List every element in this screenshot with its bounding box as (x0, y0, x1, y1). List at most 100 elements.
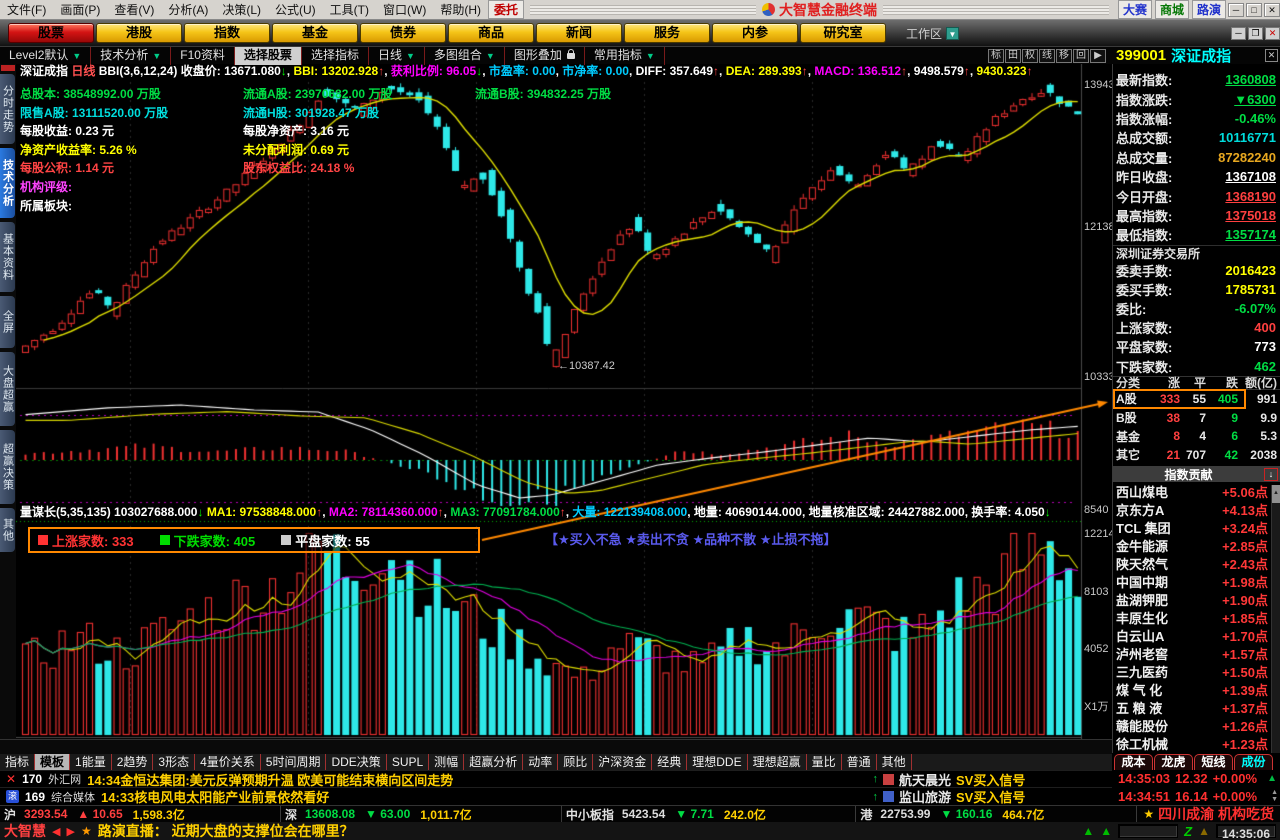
toolbar-item-图形叠加[interactable]: 图形叠加 (505, 46, 585, 65)
contribution-row[interactable]: TCL 集团 +3.24点 (1113, 518, 1280, 536)
toolbar-item-多图组合[interactable]: 多图组合 ▼ (425, 46, 505, 65)
mini-toolbar-button-权[interactable]: 权 (1022, 48, 1038, 63)
stock-alert[interactable]: ★ 四川成渝 机构吃货 (1137, 806, 1280, 822)
contribution-row[interactable]: 金牛能源 +2.85点 (1113, 536, 1280, 554)
indicator-tab-4量价关系[interactable]: 4量价关系 (195, 754, 261, 770)
mini-toolbar-button-田[interactable]: 田 (1005, 48, 1021, 63)
toolbar-item-选择指标[interactable]: 选择指标 (302, 46, 369, 65)
close-ticker-icon[interactable]: ✕ (6, 772, 16, 786)
menu-item[interactable]: 窗口(W) (376, 0, 433, 19)
left-tab-超赢决策[interactable]: 超赢决策 (0, 430, 15, 504)
news-headline[interactable]: 14:34金恒达集团:美元反弹预期升温 欧美可能结束横向区间走势 (87, 771, 453, 788)
menu-item[interactable]: 文件(F) (0, 0, 53, 19)
left-tab-分时走势[interactable]: 分时走势 (0, 74, 15, 144)
contribution-row[interactable]: 五 粮 液 +1.37点 (1113, 698, 1280, 716)
category-row-B股[interactable]: B股 38 7 9 9.9 (1113, 408, 1280, 427)
tab-指数[interactable]: 指数 (184, 23, 270, 43)
tab-研究室[interactable]: 研究室 (800, 23, 886, 43)
indicator-tab-超赢分析[interactable]: 超赢分析 (464, 754, 524, 770)
tab-服务[interactable]: 服务 (624, 23, 710, 43)
news-headline[interactable]: 14:33核电风电太阳能产业前景依然看好 (101, 788, 329, 805)
window-maximize-button[interactable]: □ (1246, 2, 1262, 17)
indicator-tab-其他[interactable]: 其他 (877, 754, 912, 770)
menu-item[interactable]: 查看(V) (107, 0, 161, 19)
menu-item[interactable]: 公式(U) (268, 0, 323, 19)
indicator-tab-经典[interactable]: 经典 (652, 754, 688, 770)
tab-商品[interactable]: 商品 (448, 23, 534, 43)
window-restore-button[interactable]: ❐ (1248, 26, 1263, 40)
indicator-tab-动率[interactable]: 动率 (523, 754, 559, 770)
tab-股票[interactable]: 股票 (8, 23, 94, 43)
sidebar-tab-成份[interactable]: 成份 (1234, 754, 1273, 770)
roadshow-ticker[interactable]: 路演直播： 近期大盘的支撑位会在哪里？ (98, 821, 354, 840)
window-close-button[interactable]: ✕ (1264, 2, 1280, 17)
indicator-tab-沪深资金[interactable]: 沪深资金 (593, 754, 653, 770)
mini-toolbar-button-▶[interactable]: ▶ (1090, 48, 1106, 63)
toolbar-item-选择股票[interactable]: 选择股票 (234, 46, 302, 65)
contribution-row[interactable]: 盐湖钾肥 +1.90点 (1113, 590, 1280, 608)
mini-toolbar-button-线[interactable]: 线 (1039, 48, 1055, 63)
menu-item[interactable]: 工具(T) (323, 0, 376, 19)
indicator-tab-1能量[interactable]: 1能量 (70, 754, 112, 770)
left-tab-大盘超赢[interactable]: 大盘超赢 (0, 352, 15, 426)
tab-基金[interactable]: 基金 (272, 23, 358, 43)
left-tab-其他[interactable]: 其他 (0, 508, 15, 552)
indicator-tab-5时间周期[interactable]: 5时间周期 (261, 754, 327, 770)
category-row-A股[interactable]: A股 333 55 405 991 (1113, 388, 1280, 410)
indicator-tab-理想DDE[interactable]: 理想DDE (687, 754, 748, 770)
sidebar-scrollbar[interactable]: ▲ (1271, 485, 1280, 753)
contribution-row[interactable]: 赣能股份 +1.26点 (1113, 716, 1280, 734)
prev-button[interactable]: ◀ (52, 825, 60, 838)
list-scroll-buttons[interactable]: ▲ ▼ (1271, 789, 1278, 803)
tab-新闻[interactable]: 新闻 (536, 23, 622, 43)
mini-toolbar-button-回[interactable]: 回 (1073, 48, 1089, 63)
contribution-row[interactable]: 西山煤电 +5.06点 (1113, 482, 1280, 500)
badge-button-路演[interactable]: 路演 (1191, 0, 1226, 19)
toolbar-item-F10资料[interactable]: F10资料 (171, 46, 235, 65)
indicator-tab-DDE决策[interactable]: DDE决策 (326, 754, 387, 770)
sidebar-tab-短线[interactable]: 短线 (1194, 754, 1233, 770)
window-close-button[interactable]: ✕ (1265, 26, 1280, 40)
left-tab-全屏[interactable]: 全屏 (0, 296, 15, 348)
workspace-dropdown-icon[interactable]: ▼ (946, 26, 960, 40)
left-tab-技术分析[interactable]: 技术分析 (0, 148, 15, 218)
tab-债券[interactable]: 债券 (360, 23, 446, 43)
scroll-up-icon[interactable]: ▲ (1271, 789, 1278, 796)
contribution-row[interactable]: 三九医药 +1.50点 (1113, 662, 1280, 680)
contribution-row[interactable]: 丰原生化 +1.85点 (1113, 608, 1280, 626)
contribution-row[interactable]: 泸州老窖 +1.57点 (1113, 644, 1280, 662)
tab-内参[interactable]: 内参 (712, 23, 798, 43)
contribution-row[interactable]: 徐工机械 +1.23点 (1113, 734, 1280, 752)
window-minimize-button[interactable]: ─ (1231, 26, 1246, 40)
category-row-其它[interactable]: 其它 21 707 42 2038 (1113, 445, 1280, 464)
indicator-tab-顾比[interactable]: 顾比 (558, 754, 594, 770)
toolbar-item-技术分析[interactable]: 技术分析 ▼ (91, 46, 172, 65)
indicator-tab-普通[interactable]: 普通 (842, 754, 877, 770)
menu-item[interactable]: 决策(L) (215, 0, 268, 19)
menu-item[interactable]: 分析(A) (161, 0, 215, 19)
signal-stock-name[interactable]: 监山旅游 (899, 788, 951, 805)
left-tab-基本资料[interactable]: 基本资料 (0, 222, 15, 292)
indicator-tab-SUPL[interactable]: SUPL (387, 754, 430, 770)
scroll-down-icon[interactable]: ▼ (1271, 796, 1278, 803)
indicator-tab-3形态[interactable]: 3形态 (153, 754, 196, 770)
sidebar-tab-成本[interactable]: 成本 (1114, 754, 1153, 770)
trade-menu-item[interactable]: 委托 (488, 0, 525, 19)
toolbar-item-Level2默认[interactable]: Level2默认 ▼ (0, 46, 92, 65)
signal-stock-name[interactable]: 航天晨光 (899, 771, 951, 788)
indicator-tab-量比[interactable]: 量比 (807, 754, 842, 770)
mini-toolbar-button-标[interactable]: 标 (988, 48, 1004, 63)
indicator-tab-模板[interactable]: 模板 (35, 754, 71, 770)
contribution-row[interactable]: 陕天然气 +2.43点 (1113, 554, 1280, 572)
indicator-tab-指标[interactable]: 指标 (0, 754, 36, 770)
roll-ticker-icon[interactable]: 滚 (6, 790, 19, 803)
contribution-row[interactable]: 煤 气 化 +1.39点 (1113, 680, 1280, 698)
menu-item[interactable]: 画面(P) (53, 0, 107, 19)
contribution-row[interactable]: 白云山A +1.70点 (1113, 626, 1280, 644)
contribution-row[interactable]: 中国中期 +1.98点 (1113, 572, 1280, 590)
mini-toolbar-button-移[interactable]: 移 (1056, 48, 1072, 63)
category-row-基金[interactable]: 基金 8 4 6 5.3 (1113, 427, 1280, 446)
sidebar-tab-龙虎[interactable]: 龙虎 (1154, 754, 1193, 770)
toolbar-item-常用指标[interactable]: 常用指标 ▼ (585, 46, 665, 65)
scrollbar-thumb[interactable]: ▲ (1272, 485, 1280, 503)
